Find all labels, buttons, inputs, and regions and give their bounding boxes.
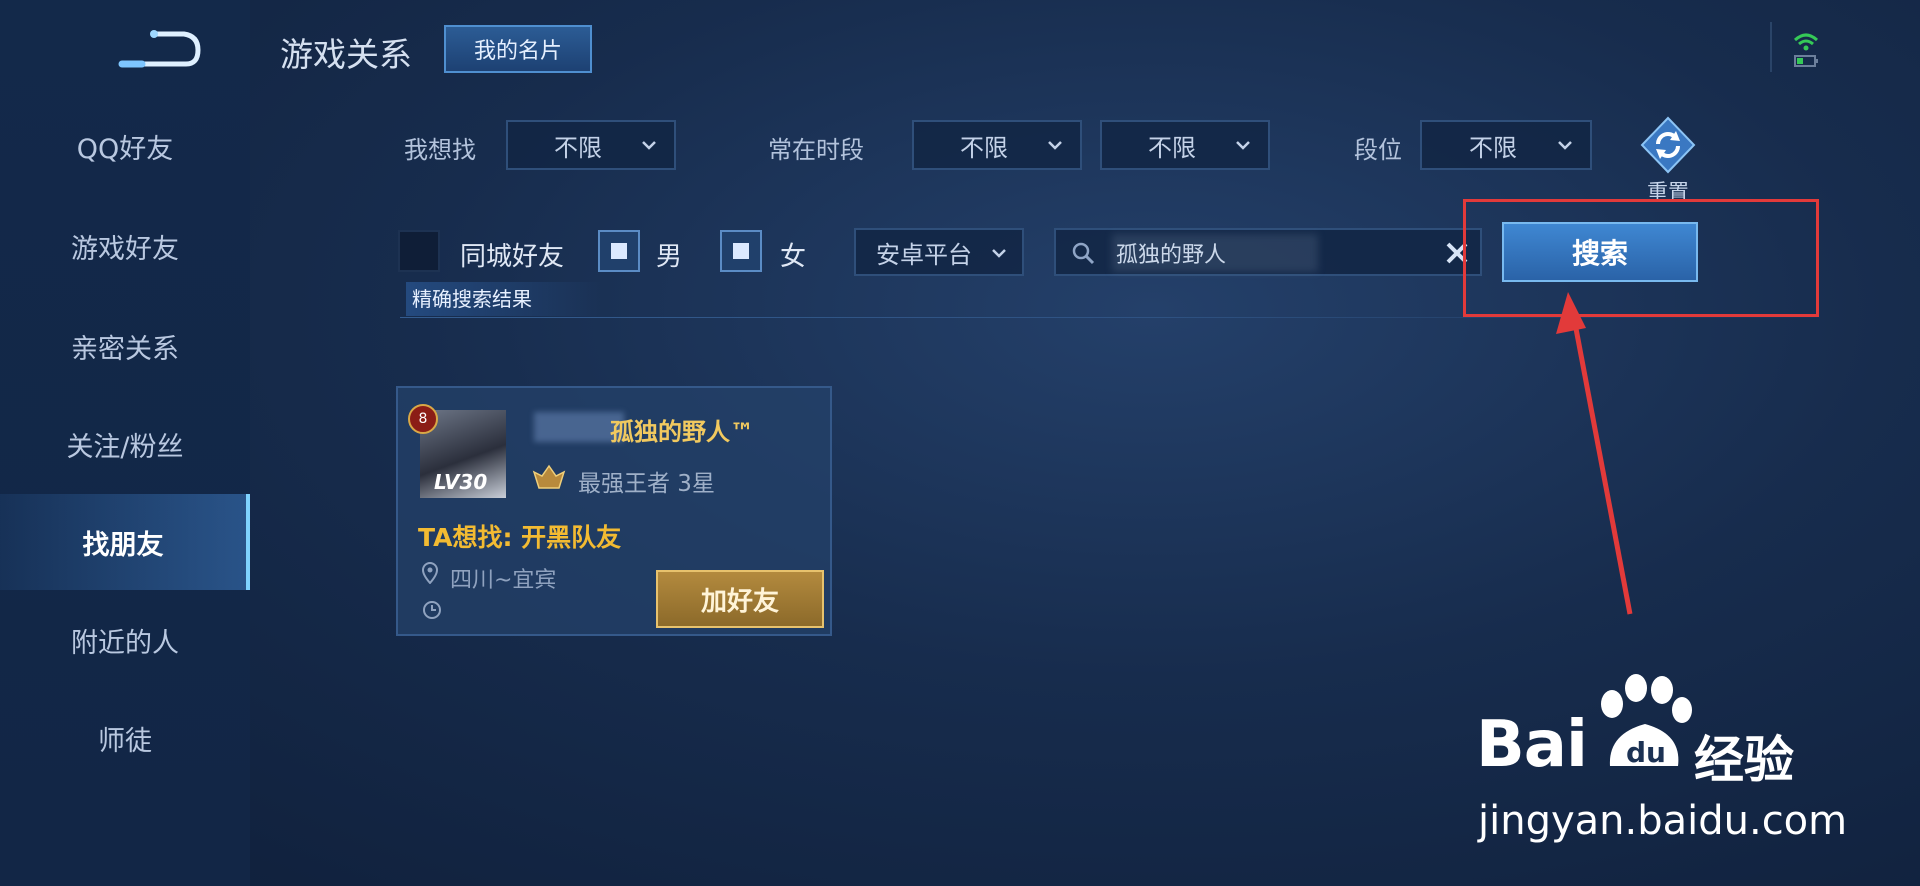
- sidebar-item-nearby[interactable]: 附近的人: [0, 592, 250, 688]
- paw-logo-icon: du: [1601, 674, 1692, 769]
- annotation-arrow-icon: [1556, 292, 1633, 615]
- female-checkbox[interactable]: [720, 230, 762, 272]
- chevron-down-icon: [1558, 141, 1572, 150]
- rank-label: 段位: [1354, 136, 1402, 164]
- clock-icon: [423, 601, 441, 619]
- watermark-url: jingyan.baidu.com: [1478, 798, 1848, 844]
- chevron-down-icon: [1236, 141, 1250, 150]
- result-card: LV30 8 孤独的野人™ 最强王者 3星 TA想找: 开黑队友 四川~宜宾 加…: [396, 386, 832, 636]
- sidebar-item-follow-fans[interactable]: 关注/粉丝: [0, 396, 250, 492]
- time-dropdown-start[interactable]: 不限: [912, 120, 1082, 170]
- header-divider: [1770, 22, 1772, 72]
- rank-value: 不限: [1469, 133, 1517, 162]
- location-text: 四川~宜宾: [450, 568, 557, 593]
- chevron-down-icon: [992, 249, 1006, 258]
- svg-text:du: du: [1626, 736, 1666, 769]
- time-value-end: 不限: [1148, 133, 1196, 162]
- search-icon: [1072, 242, 1095, 265]
- sidebar-item-intimate[interactable]: 亲密关系: [0, 298, 250, 394]
- want-dropdown[interactable]: 不限: [506, 120, 676, 170]
- same-city-checkbox[interactable]: [398, 230, 440, 272]
- sidebar-item-qq-friends[interactable]: QQ好友: [0, 98, 250, 194]
- refresh-icon: [1640, 116, 1696, 174]
- platform-dropdown[interactable]: 安卓平台: [854, 228, 1024, 276]
- rank-dropdown[interactable]: 不限: [1420, 120, 1592, 170]
- male-label: 男: [656, 242, 683, 272]
- chevron-down-icon: [1048, 141, 1062, 150]
- location-pin-icon: [422, 562, 438, 584]
- tier-text: 最强王者 3星: [578, 471, 715, 497]
- rank-badge: 8: [408, 404, 438, 434]
- sidebar: QQ好友 游戏好友 亲密关系 关注/粉丝 找朋友 附近的人 师徒: [0, 0, 250, 886]
- search-redaction: [1112, 234, 1318, 272]
- baidu-watermark: Bai du 经验 jingyan.baidu.com: [1470, 674, 1850, 850]
- wifi-battery-icon: [1793, 33, 1819, 67]
- want-value: 不限: [554, 133, 602, 162]
- sidebar-item-mentor[interactable]: 师徒: [0, 690, 250, 786]
- search-box: [1054, 228, 1482, 276]
- annotation-highlight-box: [1463, 199, 1819, 317]
- my-card-button[interactable]: 我的名片: [444, 25, 592, 73]
- time-label: 常在时段: [768, 136, 864, 164]
- watermark-brand-cn: 经验: [1694, 731, 1794, 789]
- king-tier-icon: [532, 464, 566, 489]
- female-label: 女: [780, 242, 807, 272]
- add-friend-button[interactable]: 加好友: [656, 570, 824, 628]
- sidebar-item-game-friends[interactable]: 游戏好友: [0, 198, 250, 294]
- exact-results-label: 精确搜索结果: [406, 282, 602, 316]
- time-value-start: 不限: [960, 133, 1008, 162]
- chevron-down-icon: [642, 141, 656, 150]
- sidebar-item-find-friends[interactable]: 找朋友: [0, 494, 250, 590]
- level-label: LV30: [434, 470, 488, 494]
- watermark-brand: Bai: [1476, 708, 1588, 782]
- want-label: 我想找: [404, 136, 476, 164]
- player-name: 孤独的野人™: [610, 418, 754, 446]
- page-title: 游戏关系: [280, 35, 412, 74]
- back-icon[interactable]: [118, 24, 202, 72]
- wants-text: TA想找: 开黑队友: [418, 523, 622, 552]
- time-dropdown-end[interactable]: 不限: [1100, 120, 1270, 170]
- male-checkbox[interactable]: [598, 230, 640, 272]
- reset-button[interactable]: 重置: [1640, 116, 1696, 204]
- same-city-label: 同城好友: [460, 242, 565, 272]
- platform-value: 安卓平台: [876, 240, 972, 269]
